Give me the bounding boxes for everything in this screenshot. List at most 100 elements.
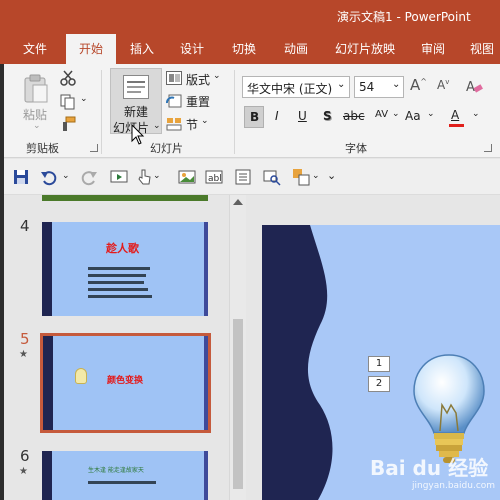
- animation-order-tag[interactable]: 1: [368, 356, 390, 372]
- font-size-combo[interactable]: 54 ⌄: [354, 76, 404, 98]
- thumbnail-scrollbar[interactable]: [229, 195, 246, 500]
- character-spacing-button[interactable]: AV: [375, 109, 388, 120]
- font-name-combo[interactable]: 华文中宋 (正文) ⌄: [242, 76, 350, 98]
- decrease-font-size-icon[interactable]: Av: [437, 78, 449, 92]
- tab-file[interactable]: 文件: [12, 34, 58, 64]
- layout-dropdown-icon[interactable]: ⌄: [213, 71, 221, 81]
- touch-mode-icon[interactable]: [135, 168, 153, 186]
- layout-icon[interactable]: [166, 71, 182, 85]
- change-case-button[interactable]: Aa: [405, 109, 421, 123]
- font-launcher-icon[interactable]: [484, 144, 492, 152]
- reset-icon[interactable]: [166, 93, 182, 108]
- reset-button[interactable]: 重置: [186, 93, 210, 110]
- animation-order-tag[interactable]: 2: [368, 376, 390, 392]
- touch-mode-dropdown-icon[interactable]: ⌄: [153, 171, 161, 181]
- tab-animations[interactable]: 动画: [276, 34, 316, 64]
- shadow-button[interactable]: S: [323, 109, 332, 123]
- mouse-cursor-icon: [131, 123, 145, 146]
- slide-thumbnail-partial[interactable]: [42, 195, 208, 201]
- font-color-dropdown-icon[interactable]: ⌄: [472, 109, 480, 119]
- animation-star-icon: ★: [19, 349, 28, 360]
- watermark-text: Bai du 经验: [370, 456, 489, 480]
- lightbulb-icon[interactable]: [412, 353, 486, 465]
- copy-icon[interactable]: [60, 94, 76, 110]
- tab-slideshow[interactable]: 幻灯片放映: [330, 34, 400, 64]
- tab-view[interactable]: 视图: [464, 34, 500, 64]
- tab-insert[interactable]: 插入: [122, 34, 162, 64]
- clipboard-group-label: 剪贴板: [26, 142, 59, 155]
- thumbnail-title: 生木逢 能走逢故家天: [88, 467, 144, 474]
- layout-view-icon[interactable]: [234, 168, 252, 186]
- ribbon-separator: [234, 70, 235, 154]
- font-group-label: 字体: [345, 142, 367, 155]
- strikethrough-button[interactable]: abc: [343, 109, 365, 123]
- ribbon-tabs: 文件 开始 插入 设计 切换 动画 幻灯片放映 审阅 视图: [0, 34, 500, 64]
- svg-text:abl: abl: [208, 174, 222, 184]
- font-name-dropdown-icon[interactable]: ⌄: [337, 79, 345, 90]
- section-icon[interactable]: [166, 116, 182, 131]
- customize-qat-icon[interactable]: ⌄: [327, 169, 336, 182]
- new-slide-icon: [123, 75, 149, 99]
- slide-thumbnail-6[interactable]: 生木逢 能走逢故家天: [42, 451, 208, 500]
- tab-design[interactable]: 设计: [172, 34, 212, 64]
- insert-picture-icon[interactable]: [178, 168, 196, 186]
- lightbulb-icon: [75, 368, 87, 384]
- character-spacing-dropdown-icon[interactable]: ⌄: [392, 109, 400, 119]
- new-slide-dropdown-icon: ⌄: [153, 121, 161, 131]
- quick-access-toolbar: ⌄ ⌄ abl ⌄ ⌄: [0, 159, 500, 195]
- watermark-subtext: jingyan.baidu.com: [412, 481, 496, 491]
- section-button[interactable]: 节: [186, 116, 198, 133]
- tab-transitions[interactable]: 切换: [224, 34, 264, 64]
- arrange-dropdown-icon[interactable]: ⌄: [312, 171, 320, 181]
- ribbon-separator: [101, 70, 102, 154]
- slide-number: 5: [20, 330, 30, 348]
- increase-font-size-icon[interactable]: A^: [410, 76, 427, 94]
- font-color-label: A: [451, 108, 460, 122]
- svg-text:A: A: [466, 80, 475, 94]
- scroll-up-icon[interactable]: [233, 199, 243, 205]
- slide-thumbnail-5[interactable]: 颜色变换: [40, 333, 211, 433]
- layout-button[interactable]: 版式: [186, 71, 210, 88]
- section-dropdown-icon[interactable]: ⌄: [201, 116, 209, 126]
- bold-label: B: [250, 110, 260, 124]
- ribbon: 粘贴 ⌄ ⌄ 剪贴板 新建 幻灯片 ⌄ 版式 ⌄ 重置 节 ⌄ 幻灯片 华文中宋…: [0, 64, 500, 158]
- undo-icon[interactable]: [40, 168, 58, 186]
- text-box-icon[interactable]: abl: [205, 168, 223, 186]
- title-bar: 演示文稿1 - PowerPoint: [0, 0, 500, 34]
- thumbnail-title: 趁人歌: [106, 242, 139, 255]
- slide-number: 4: [20, 217, 30, 235]
- font-size-value: 54: [359, 80, 375, 94]
- clear-formatting-icon[interactable]: A: [465, 78, 483, 95]
- underline-button[interactable]: U: [298, 109, 307, 123]
- font-name-value: 华文中宋 (正文): [247, 82, 333, 96]
- copy-dropdown-icon[interactable]: ⌄: [80, 94, 88, 104]
- change-case-dropdown-icon[interactable]: ⌄: [427, 109, 435, 119]
- start-slideshow-icon[interactable]: [110, 168, 128, 186]
- paste-dropdown-arrow-icon[interactable]: ⌄: [33, 121, 41, 131]
- scrollbar-thumb[interactable]: [233, 319, 243, 489]
- clipboard-launcher-icon[interactable]: [90, 144, 98, 152]
- font-size-dropdown-icon[interactable]: ⌄: [392, 79, 400, 90]
- arrange-icon[interactable]: [292, 168, 310, 186]
- thumbnail-title: 颜色变换: [107, 376, 144, 386]
- animation-star-icon: ★: [19, 466, 28, 477]
- slides-group-label: 幻灯片: [150, 142, 183, 155]
- new-slide-label-line1: 新建: [124, 105, 149, 119]
- find-icon[interactable]: [263, 168, 281, 186]
- paste-icon[interactable]: [22, 74, 50, 104]
- slide-number: 6: [20, 447, 30, 465]
- format-painter-icon[interactable]: [60, 116, 76, 132]
- undo-dropdown-icon[interactable]: ⌄: [62, 171, 70, 181]
- window-title: 演示文稿1 - PowerPoint: [337, 10, 471, 24]
- tab-home[interactable]: 开始: [66, 34, 116, 64]
- slide-thumbnail-pane[interactable]: 4 趁人歌 5 ★ 颜色变换 6 ★ 生木逢 能走逢故家天: [4, 195, 246, 500]
- cut-icon[interactable]: [60, 70, 76, 86]
- tab-review[interactable]: 审阅: [413, 34, 453, 64]
- save-icon[interactable]: [12, 168, 30, 186]
- italic-button[interactable]: I: [275, 109, 279, 123]
- font-color-button[interactable]: A: [446, 106, 468, 130]
- slide-thumbnail-4[interactable]: 趁人歌: [42, 222, 208, 316]
- redo-icon[interactable]: [80, 168, 98, 186]
- bold-button[interactable]: B: [244, 106, 264, 128]
- font-color-swatch: [449, 124, 464, 127]
